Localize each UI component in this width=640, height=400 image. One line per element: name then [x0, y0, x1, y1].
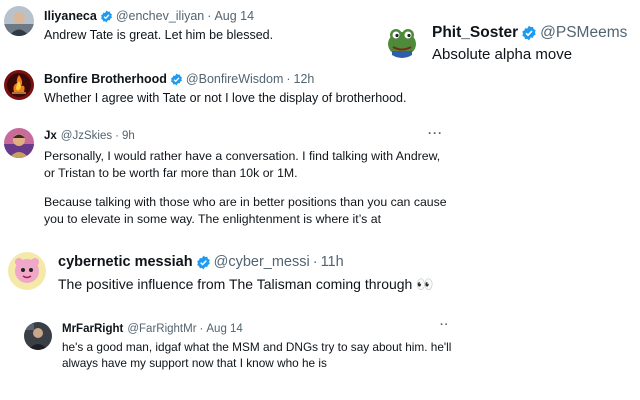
author-handle[interactable]: @enchev_iliyan — [116, 9, 204, 23]
verified-badge-icon — [521, 25, 537, 41]
verified-badge-icon — [100, 10, 113, 23]
author-handle[interactable]: @JzSkies — [61, 130, 112, 142]
author-handle[interactable]: @BonfireWisdom — [186, 72, 283, 86]
author-handle[interactable]: @PSMeems — [540, 24, 627, 42]
bonfire-logo-icon[interactable] — [4, 70, 34, 100]
frog-avatar-icon[interactable] — [384, 22, 420, 58]
author-name[interactable]: Bonfire Brotherhood — [44, 72, 167, 86]
pink-character-avatar-icon[interactable] — [8, 252, 46, 290]
tweet-text: Absolute alpha move — [432, 46, 573, 63]
tweet-text: Andrew Tate is great. Let him be blessed… — [44, 28, 274, 42]
separator-dot: · — [286, 72, 291, 86]
tweet-text: The positive influence from The Talisman… — [58, 276, 434, 292]
author-handle[interactable]: @FarRightMr — [127, 323, 196, 335]
tweet-text-line: Personally, I would rather have a conver… — [44, 149, 441, 163]
avatar-portrait-icon[interactable] — [4, 128, 34, 158]
tweet-text-line: he's a good man, idgaf what the MSM and … — [62, 340, 452, 354]
tweet-header: Iliyaneca @enchev_iliyan · Aug 14 — [44, 9, 254, 23]
separator-dot: · — [207, 9, 212, 23]
timestamp[interactable]: Aug 14 — [214, 9, 254, 23]
author-handle[interactable]: @cyber_messi — [214, 254, 310, 270]
tweet-text-line: or Tristan to be worth far more than 10k… — [44, 166, 298, 180]
timestamp[interactable]: Aug 14 — [206, 323, 242, 335]
author-name[interactable]: Iliyaneca — [44, 9, 97, 23]
tweet-header: MrFarRight @FarRightMr · Aug 14 — [62, 323, 243, 335]
tweet-text: Whether I agree with Tate or not I love … — [44, 91, 407, 105]
tweet-text-line: always have my support now that I know w… — [62, 356, 327, 370]
tweet-text-line: you to elevate in some way. The enlighte… — [44, 212, 381, 226]
verified-badge-icon — [170, 73, 183, 86]
separator-dot: · — [199, 323, 204, 335]
tweet-text-line: Because talking with those who are in be… — [44, 195, 447, 209]
timestamp[interactable]: 11h — [321, 254, 344, 270]
tweet-header: Bonfire Brotherhood @BonfireWisdom · 12h — [44, 72, 314, 86]
separator-dot: · — [312, 254, 318, 270]
author-name[interactable]: Phit_Soster — [432, 24, 518, 42]
timestamp[interactable]: 9h — [122, 130, 135, 142]
author-name[interactable]: cybernetic messiah — [58, 254, 193, 270]
avatar-portrait-icon[interactable] — [24, 322, 52, 350]
timestamp[interactable]: 12h — [294, 72, 315, 86]
tweet-header: cybernetic messiah @cyber_messi · 11h — [58, 254, 344, 270]
more-options-icon[interactable]: ·· — [440, 319, 449, 331]
author-name[interactable]: Jx — [44, 130, 57, 142]
more-options-icon[interactable]: ··· — [428, 126, 443, 140]
avatar-portrait-icon[interactable] — [4, 6, 34, 36]
author-name[interactable]: MrFarRight — [62, 323, 123, 335]
verified-badge-icon — [196, 255, 211, 270]
tweet-header: Phit_Soster @PSMeems — [432, 24, 627, 42]
tweet-header: Jx @JzSkies · 9h — [44, 130, 135, 142]
separator-dot: · — [115, 130, 119, 142]
